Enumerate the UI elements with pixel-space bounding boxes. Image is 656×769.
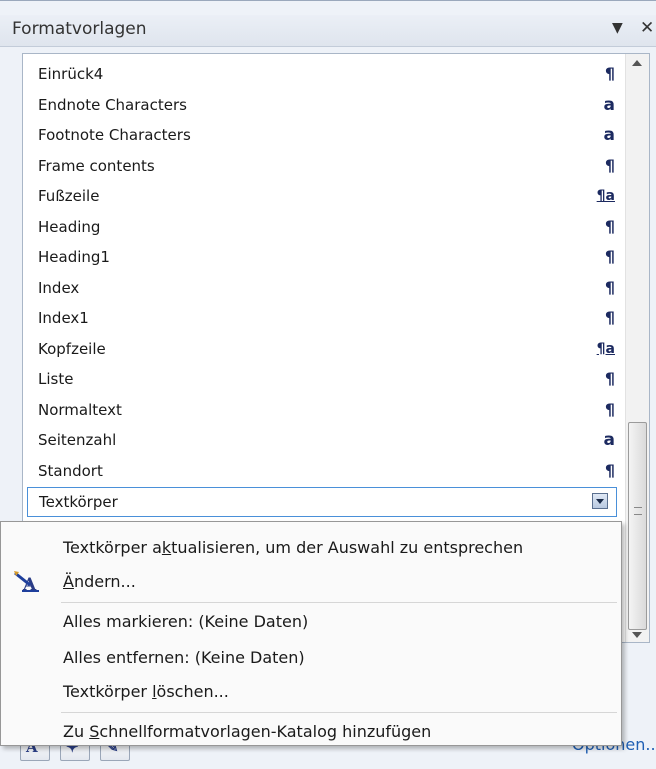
menu-modify-style-label: Ändern... — [63, 572, 136, 591]
pane-header: Formatvorlagen ▼ ✕ — [0, 15, 656, 47]
style-name: Einrück4 — [38, 65, 104, 83]
linked-style-icon: ¶a — [596, 340, 615, 357]
style-list-item[interactable]: Kopfzeile ¶a — [27, 335, 617, 365]
scroll-thumb[interactable] — [628, 422, 647, 630]
style-list-item[interactable]: Normaltext ¶ — [27, 396, 617, 426]
style-name: Liste — [38, 370, 74, 388]
style-list-item[interactable]: Einrück4 ¶ — [27, 60, 617, 90]
pane-menu-arrow-icon[interactable]: ▼ — [612, 20, 623, 36]
style-list-item[interactable]: Index ¶ — [27, 274, 617, 304]
paragraph-style-icon: ¶ — [604, 216, 615, 236]
styles-task-pane: Formatvorlagen ▼ ✕ Einrück4 ¶ Endnote Char… — [0, 0, 656, 769]
pane-title: Formatvorlagen — [12, 19, 147, 39]
style-list-item[interactable]: Fußzeile ¶a — [27, 182, 617, 212]
menu-remove-all-label: Alles entfernen: (Keine Daten) — [63, 648, 305, 667]
paragraph-style-icon: ¶ — [604, 369, 615, 388]
paragraph-style-icon: ¶ — [604, 155, 615, 175]
style-name: Heading — [38, 217, 101, 236]
linked-style-icon: ¶a — [596, 188, 615, 204]
style-name: Kopfzeile — [38, 339, 106, 358]
menu-delete-style[interactable]: Textkörper löschen... — [1, 674, 621, 710]
paragraph-style-icon: ¶ — [604, 399, 615, 419]
style-dropdown-icon[interactable] — [592, 493, 608, 509]
menu-remove-all[interactable]: Alles entfernen: (Keine Daten) — [1, 640, 621, 676]
style-list-item[interactable]: Textkörper — [27, 487, 617, 517]
style-list-item[interactable]: Heading1 ¶ — [27, 243, 617, 273]
character-style-icon: a — [603, 94, 615, 115]
list-scrollbar[interactable] — [625, 54, 649, 642]
menu-add-to-gallery[interactable]: Zu Schnellformatvorlagen-Katalog hinzufü… — [1, 714, 621, 750]
menu-modify-style[interactable]: A Ändern... — [1, 564, 621, 600]
style-name: Endnote Characters — [38, 95, 187, 114]
style-name: Index — [38, 278, 80, 297]
menu-separator — [61, 602, 617, 603]
style-name: Standort — [38, 461, 103, 480]
style-name: Normaltext — [38, 400, 122, 419]
style-list-item[interactable]: Standort ¶ — [27, 457, 617, 487]
menu-add-to-gallery-label: Zu Schnellformatvorlagen-Katalog hinzufü… — [63, 722, 432, 741]
paragraph-style-icon: ¶ — [604, 460, 615, 480]
menu-delete-style-label: Textkörper löschen... — [63, 682, 229, 701]
style-list-item[interactable]: Footnote Characters a — [27, 121, 617, 151]
paragraph-style-icon: ¶ — [604, 308, 615, 327]
style-list-item[interactable]: Frame contents ¶ — [27, 152, 617, 182]
scroll-grip-icon — [634, 507, 642, 515]
menu-separator — [61, 712, 617, 713]
style-name: Footnote Characters — [38, 126, 191, 144]
style-name: Fußzeile — [38, 187, 100, 205]
style-name: Frame contents — [38, 156, 155, 175]
style-name: Textkörper — [39, 493, 118, 511]
style-list-item[interactable]: Liste ¶ — [27, 365, 617, 395]
style-name: Seitenzahl — [38, 431, 117, 449]
style-list-item[interactable]: Index1 ¶ — [27, 304, 617, 334]
paragraph-style-icon: ¶ — [604, 64, 615, 83]
style-name: Heading1 — [38, 248, 110, 266]
pane-close-icon[interactable]: ✕ — [640, 18, 654, 38]
scroll-down-icon[interactable] — [632, 632, 642, 638]
modify-style-icon: A — [13, 570, 43, 595]
character-style-icon: a — [603, 125, 615, 145]
style-list-item[interactable]: Heading ¶ — [27, 213, 617, 243]
menu-select-all[interactable]: Alles markieren: (Keine Daten) — [1, 604, 621, 640]
style-context-menu: Textkörper aktualisieren, um der Auswahl… — [0, 521, 622, 746]
paragraph-style-icon: ¶ — [604, 277, 615, 297]
menu-update-style[interactable]: Textkörper aktualisieren, um der Auswahl… — [1, 530, 621, 566]
character-style-icon: a — [603, 430, 615, 450]
style-name: Index1 — [38, 309, 89, 327]
paragraph-style-icon: ¶ — [604, 247, 615, 266]
style-list-item[interactable]: Seitenzahl a — [27, 426, 617, 456]
scroll-up-icon[interactable] — [632, 60, 642, 66]
menu-select-all-label: Alles markieren: (Keine Daten) — [63, 612, 309, 631]
menu-update-style-label: Textkörper aktualisieren, um der Auswahl… — [63, 538, 524, 557]
style-list-item[interactable]: Endnote Characters a — [27, 91, 617, 121]
